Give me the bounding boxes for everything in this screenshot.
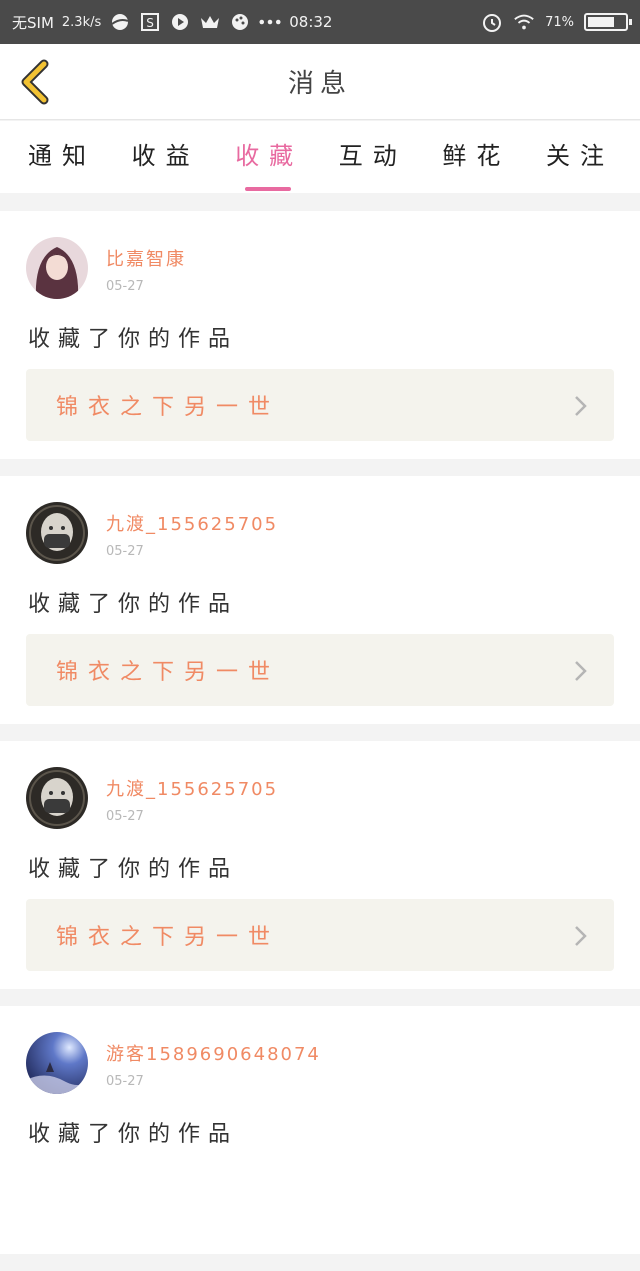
avatar[interactable] bbox=[26, 767, 88, 829]
list-item: 九渡_155625705 05-27 收藏了你的作品 锦衣之下另一世 bbox=[0, 476, 640, 724]
work-title: 锦衣之下另一世 bbox=[56, 925, 281, 950]
avatar[interactable] bbox=[26, 502, 88, 564]
chevron-right-icon bbox=[575, 661, 587, 681]
work-title: 锦衣之下另一世 bbox=[56, 660, 281, 685]
back-button[interactable] bbox=[14, 58, 58, 106]
user-name[interactable]: 九渡_155625705 bbox=[106, 510, 278, 536]
wifi-icon bbox=[513, 11, 535, 33]
timestamp: 05-27 bbox=[106, 809, 144, 824]
timestamp: 05-27 bbox=[106, 1074, 144, 1089]
tab-interactions[interactable]: 互动 bbox=[337, 136, 407, 179]
action-text: 收藏了你的作品 bbox=[28, 327, 239, 352]
crown-icon bbox=[199, 11, 221, 33]
carrier-label: 无SIM bbox=[12, 13, 54, 32]
top-app-bar: 消息 bbox=[0, 44, 640, 120]
palette-icon bbox=[229, 11, 251, 33]
battery-icon bbox=[584, 13, 632, 31]
more-dots-icon bbox=[259, 11, 281, 33]
network-speed: 2.3k/s bbox=[61, 14, 102, 30]
work-link[interactable]: 锦衣之下另一世 bbox=[26, 899, 614, 971]
tab-flowers[interactable]: 鲜花 bbox=[440, 136, 510, 179]
clock-time: 08:32 bbox=[289, 13, 333, 31]
s-app-icon: S bbox=[139, 11, 161, 33]
chevron-right-icon bbox=[575, 926, 587, 946]
work-link[interactable]: 锦衣之下另一世 bbox=[26, 634, 614, 706]
timestamp: 05-27 bbox=[106, 544, 144, 559]
tab-notifications[interactable]: 通知 bbox=[26, 136, 96, 179]
timestamp: 05-27 bbox=[106, 279, 144, 294]
action-text: 收藏了你的作品 bbox=[28, 1122, 239, 1147]
user-name[interactable]: 九渡_155625705 bbox=[106, 775, 278, 801]
alarm-icon bbox=[481, 11, 503, 33]
tab-favorites[interactable]: 收藏 bbox=[233, 136, 303, 191]
planet-icon bbox=[109, 11, 131, 33]
user-name[interactable]: 游客1589690648074 bbox=[106, 1040, 321, 1066]
svg-text:S: S bbox=[146, 16, 154, 30]
chevron-right-icon bbox=[575, 396, 587, 416]
play-icon bbox=[169, 11, 191, 33]
page-title: 消息 bbox=[287, 69, 352, 99]
chevron-left-icon bbox=[21, 59, 49, 105]
avatar[interactable] bbox=[26, 237, 88, 299]
work-link[interactable]: 锦衣之下另一世 bbox=[26, 369, 614, 441]
tab-bar: 通知 收益 收藏 互动 鲜花 关注 bbox=[0, 121, 640, 193]
action-text: 收藏了你的作品 bbox=[28, 592, 239, 617]
battery-percent: 71% bbox=[545, 14, 574, 30]
list-item: 游客1589690648074 05-27 收藏了你的作品 bbox=[0, 1006, 640, 1254]
user-name[interactable]: 比嘉智康 bbox=[106, 245, 186, 271]
list-item: 九渡_155625705 05-27 收藏了你的作品 锦衣之下另一世 bbox=[0, 741, 640, 989]
action-text: 收藏了你的作品 bbox=[28, 857, 239, 882]
avatar[interactable] bbox=[26, 1032, 88, 1094]
tab-earnings[interactable]: 收益 bbox=[130, 136, 200, 179]
message-list: 比嘉智康 05-27 收藏了你的作品 锦衣之下另一世 九渡_155625705 … bbox=[0, 211, 640, 1271]
tab-follows[interactable]: 关注 bbox=[544, 136, 614, 179]
list-item: 比嘉智康 05-27 收藏了你的作品 锦衣之下另一世 bbox=[0, 211, 640, 459]
status-bar: 无SIM 2.3k/s S 08:32 71% bbox=[0, 0, 640, 44]
work-title: 锦衣之下另一世 bbox=[56, 395, 281, 420]
